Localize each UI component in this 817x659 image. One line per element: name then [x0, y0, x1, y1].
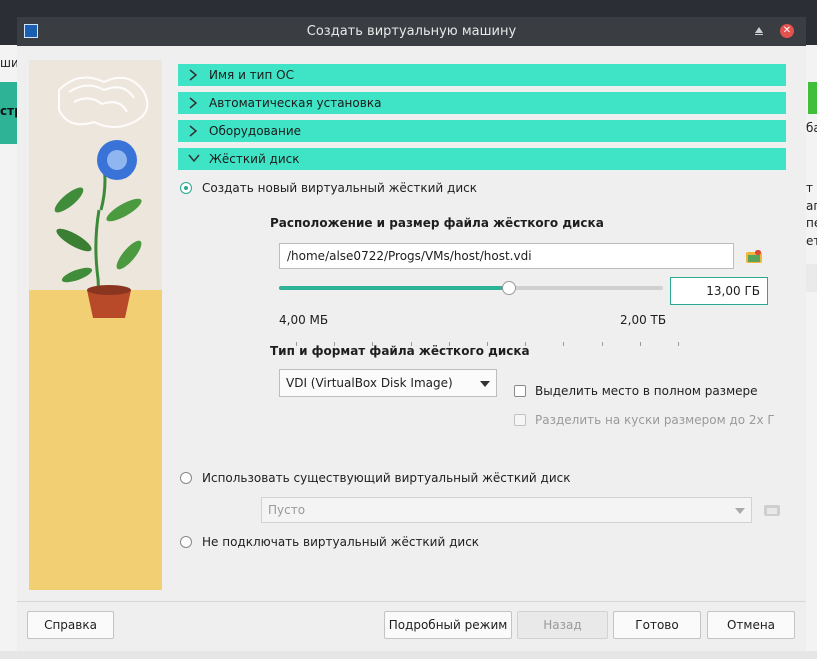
- section-hardware-label: Оборудование: [209, 124, 301, 138]
- disk-path-value: /home/alse0722/Progs/VMs/host/host.vdi: [287, 249, 532, 263]
- section-name-and-os-label: Имя и тип ОС: [209, 68, 294, 82]
- back-button[interactable]: Назад: [517, 611, 608, 639]
- choose-folder-icon[interactable]: [746, 250, 762, 263]
- location-heading: Расположение и размер файла жёсткого дис…: [270, 216, 604, 230]
- section-hardware[interactable]: Оборудование: [178, 120, 786, 142]
- background-app-bottom-strip: [0, 651, 817, 659]
- disk-path-field[interactable]: /home/alse0722/Progs/VMs/host/host.vdi: [279, 243, 734, 269]
- section-hard-disk[interactable]: Жёсткий диск: [178, 148, 786, 170]
- footer-divider: [17, 601, 806, 602]
- section-hard-disk-label: Жёсткий диск: [209, 152, 300, 166]
- create-disk-label: Создать новый виртуальный жёсткий диск: [202, 181, 477, 195]
- close-icon[interactable]: ✕: [780, 24, 794, 38]
- chevron-right-icon: [189, 69, 198, 81]
- create-disk-radio[interactable]: [180, 182, 192, 194]
- chevron-down-icon: [188, 154, 200, 163]
- preallocate-checkbox[interactable]: [514, 385, 526, 397]
- disk-size-field[interactable]: 13,00 ГБ: [670, 277, 768, 305]
- plant-illustration-icon: [54, 76, 149, 318]
- disk-format-value: VDI (VirtualBox Disk Image): [286, 376, 453, 390]
- background-app-right-link: [806, 264, 817, 292]
- background-app-right-toolbar: [806, 0, 817, 45]
- slider-tick: [678, 342, 679, 346]
- preallocate-label: Выделить место в полном размере: [535, 384, 758, 398]
- format-heading: Тип и формат файла жёсткого диска: [270, 344, 530, 358]
- wizard-illustration: [29, 60, 162, 590]
- disk-format-select[interactable]: VDI (VirtualBox Disk Image): [279, 369, 497, 397]
- background-app-right-text-2: т: [806, 181, 813, 195]
- chevron-right-icon: [189, 125, 198, 137]
- dropdown-arrow-icon: [735, 508, 745, 514]
- cancel-button[interactable]: Отмена: [707, 611, 795, 639]
- existing-disk-radio[interactable]: [180, 472, 192, 484]
- choose-disk-file-icon[interactable]: [764, 503, 780, 516]
- keep-above-icon-bar: [755, 34, 763, 35]
- min-size-label: 4,00 МБ: [279, 313, 329, 327]
- section-unattended-install[interactable]: Автоматическая установка: [178, 92, 786, 114]
- keep-above-icon[interactable]: [755, 27, 763, 33]
- background-app-right-text-3: ап: [806, 199, 817, 213]
- section-unattended-install-label: Автоматическая установка: [209, 96, 382, 110]
- existing-disk-label: Использовать существующий виртуальный жё…: [202, 471, 571, 485]
- background-app-right-text-1: ба: [806, 121, 817, 135]
- finish-button[interactable]: Готово: [613, 611, 701, 639]
- disk-size-slider-handle[interactable]: [502, 281, 517, 295]
- expert-mode-button[interactable]: Подробный режим: [384, 611, 512, 639]
- background-app-left-text: ши: [0, 56, 19, 70]
- slider-tick: [563, 342, 565, 346]
- dialog-titlebar[interactable]: Создать виртуальную машину ✕: [17, 17, 806, 46]
- create-vm-dialog: Имя и тип ОС Автоматическая установка Об…: [17, 46, 806, 651]
- background-app-add-icon[interactable]: [806, 82, 817, 114]
- background-app-right-text-5: ет: [806, 234, 817, 248]
- background-app-left-toolbar: [0, 0, 17, 45]
- background-app-right-text-4: пе: [806, 216, 817, 230]
- existing-disk-select[interactable]: Пусто: [261, 497, 752, 523]
- dropdown-arrow-icon: [480, 381, 490, 387]
- split-chunks-label: Разделить на куски размером до 2х Г: [535, 413, 775, 427]
- max-size-label: 2,00 ТБ: [620, 313, 667, 327]
- slider-tick: [639, 342, 641, 346]
- disk-size-slider[interactable]: [279, 281, 663, 295]
- chevron-right-icon: [189, 97, 198, 109]
- existing-disk-placeholder: Пусто: [268, 503, 306, 517]
- split-chunks-checkbox[interactable]: [514, 414, 526, 426]
- disk-size-value: 13,00 ГБ: [706, 284, 760, 298]
- disk-size-slider-fill: [279, 286, 510, 290]
- help-button[interactable]: Справка: [27, 611, 114, 639]
- slider-tick: [601, 342, 603, 346]
- no-disk-label: Не подключать виртуальный жёсткий диск: [202, 535, 480, 549]
- no-disk-radio[interactable]: [180, 536, 192, 548]
- window-title: Создать виртуальную машину: [306, 24, 517, 39]
- section-name-and-os[interactable]: Имя и тип ОС: [178, 64, 786, 86]
